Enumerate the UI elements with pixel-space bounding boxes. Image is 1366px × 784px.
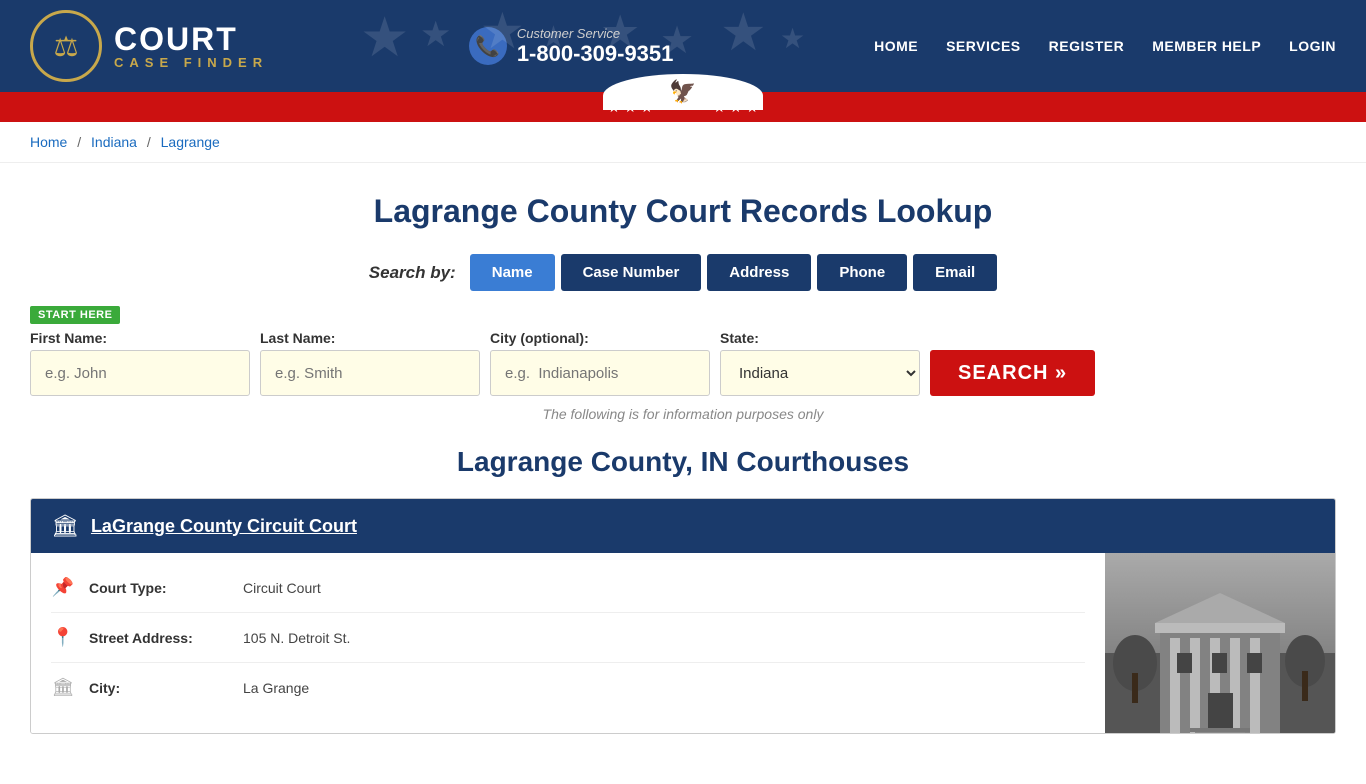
search-form: First Name: Last Name: City (optional): … (30, 330, 1336, 396)
search-by-label: Search by: (369, 263, 456, 283)
city-icon: 🏛 (51, 677, 75, 698)
court-type-icon: 📌 (51, 577, 75, 598)
detail-row-court-type: 📌 Court Type: Circuit Court (51, 563, 1085, 613)
logo-court-label: COURT (114, 23, 268, 55)
courthouse-icon: 🏛 (51, 513, 79, 539)
logo-emblem: ⚖ (53, 30, 78, 63)
eagle-banner: 🦅 ★ ★ ★ ★ ★ ★ (0, 92, 1366, 122)
tab-name[interactable]: Name (470, 254, 555, 291)
tab-case-number[interactable]: Case Number (561, 254, 702, 291)
first-name-label: First Name: (30, 330, 250, 346)
page-title: Lagrange County Court Records Lookup (30, 193, 1336, 230)
start-here-label: START HERE (30, 306, 120, 324)
breadcrumb-sep-2: / (147, 134, 155, 150)
street-icon: 📍 (51, 627, 75, 648)
breadcrumb-sep-1: / (77, 134, 85, 150)
state-select[interactable]: Indiana Alabama Alaska Arizona Arkansas … (720, 350, 920, 396)
courthouse-details: 📌 Court Type: Circuit Court 📍 Street Add… (31, 553, 1105, 733)
city-input[interactable] (490, 350, 710, 396)
tab-address[interactable]: Address (707, 254, 811, 291)
main-nav: HOME SERVICES REGISTER MEMBER HELP LOGIN (874, 38, 1336, 54)
courthouse-header: 🏛 LaGrange County Circuit Court (31, 499, 1335, 553)
cs-label: Customer Service (517, 26, 674, 41)
logo[interactable]: ⚖ COURT CASE FINDER (30, 10, 268, 82)
nav-register[interactable]: REGISTER (1049, 38, 1125, 54)
state-group: State: Indiana Alabama Alaska Arizona Ar… (720, 330, 920, 396)
tab-email[interactable]: Email (913, 254, 997, 291)
logo-text: COURT CASE FINDER (114, 23, 268, 70)
search-button[interactable]: SEARCH » (930, 350, 1095, 396)
breadcrumb-indiana[interactable]: Indiana (91, 134, 137, 150)
nav-login[interactable]: LOGIN (1289, 38, 1336, 54)
start-here-badge: START HERE (30, 305, 1336, 330)
detail-row-street: 📍 Street Address: 105 N. Detroit St. (51, 613, 1085, 663)
city-value: La Grange (243, 680, 309, 696)
eagle-center: 🦅 (603, 74, 763, 110)
street-label: Street Address: (89, 630, 229, 646)
court-type-value: Circuit Court (243, 580, 321, 596)
city-label-detail: City: (89, 680, 229, 696)
customer-service: 📞 Customer Service 1-800-309-9351 (469, 26, 674, 67)
search-by-row: Search by: Name Case Number Address Phon… (30, 254, 1336, 291)
info-note: The following is for information purpose… (30, 406, 1336, 422)
courthouses-section-title: Lagrange County, IN Courthouses (30, 446, 1336, 478)
nav-home[interactable]: HOME (874, 38, 918, 54)
last-name-group: Last Name: (260, 330, 480, 396)
courthouse-image (1105, 553, 1335, 733)
tab-phone[interactable]: Phone (817, 254, 907, 291)
cs-info: Customer Service 1-800-309-9351 (517, 26, 674, 67)
courthouse-body: 📌 Court Type: Circuit Court 📍 Street Add… (31, 553, 1335, 733)
nav-member-help[interactable]: MEMBER HELP (1152, 38, 1261, 54)
city-group: City (optional): (490, 330, 710, 396)
detail-row-city: 🏛 City: La Grange (51, 663, 1085, 712)
city-label: City (optional): (490, 330, 710, 346)
eagle-icon: 🦅 (669, 79, 696, 105)
breadcrumb: Home / Indiana / Lagrange (0, 122, 1366, 163)
main-content: Lagrange County Court Records Lookup Sea… (0, 163, 1366, 784)
courthouse-card: 🏛 LaGrange County Circuit Court 📌 Court … (30, 498, 1336, 734)
courthouse-building-svg (1105, 553, 1335, 733)
first-name-input[interactable] (30, 350, 250, 396)
logo-casefinder-label: CASE FINDER (114, 55, 268, 70)
courthouse-name-link[interactable]: LaGrange County Circuit Court (91, 516, 357, 537)
street-value: 105 N. Detroit St. (243, 630, 350, 646)
breadcrumb-lagrange[interactable]: Lagrange (161, 134, 220, 150)
last-name-input[interactable] (260, 350, 480, 396)
first-name-group: First Name: (30, 330, 250, 396)
logo-icon: ⚖ (30, 10, 102, 82)
court-type-label: Court Type: (89, 580, 229, 596)
breadcrumb-home[interactable]: Home (30, 134, 67, 150)
cs-phone: 1-800-309-9351 (517, 41, 674, 67)
state-label: State: (720, 330, 920, 346)
phone-icon: 📞 (469, 27, 507, 65)
last-name-label: Last Name: (260, 330, 480, 346)
nav-services[interactable]: SERVICES (946, 38, 1021, 54)
